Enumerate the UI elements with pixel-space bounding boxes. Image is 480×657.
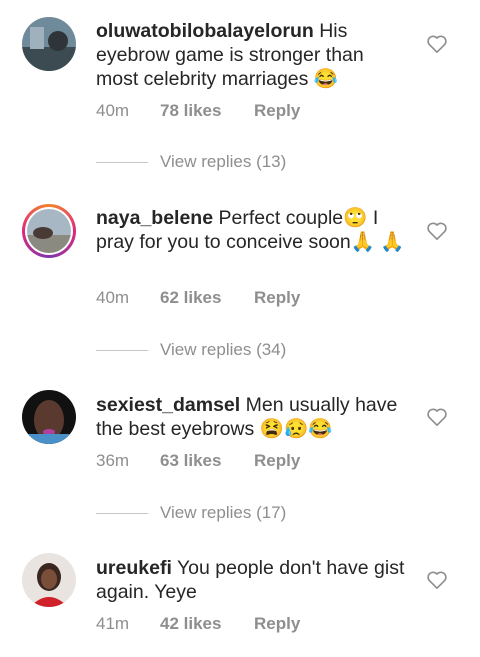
comment-username[interactable]: sexiest_damsel xyxy=(96,394,240,416)
view-replies[interactable]: View replies (34) xyxy=(96,340,286,360)
comment-time: 41m xyxy=(96,614,130,633)
comment-time: 40m xyxy=(96,288,130,307)
reply-button[interactable]: Reply xyxy=(254,101,300,121)
view-replies-label[interactable]: View replies (34) xyxy=(160,340,286,360)
comment-text: sexiest_damsel Men usually have the best… xyxy=(96,393,406,441)
comment-time: 36m xyxy=(96,451,130,470)
view-replies-label[interactable]: View replies (13) xyxy=(160,152,286,172)
divider-line xyxy=(96,512,148,514)
comment-username[interactable]: naya_belene xyxy=(96,207,213,229)
comment-time: 40m xyxy=(96,101,130,120)
view-replies-label[interactable]: View replies (17) xyxy=(160,503,286,523)
comment-likes[interactable]: 63 likes xyxy=(160,451,254,471)
reply-button[interactable]: Reply xyxy=(254,614,300,634)
avatar-photo-icon xyxy=(22,17,76,71)
avatar[interactable] xyxy=(22,390,76,444)
comment-meta: 41m 42 likes Reply xyxy=(96,614,300,634)
avatar[interactable] xyxy=(22,17,76,71)
comment-text: ureukefi You people don't have gist agai… xyxy=(96,556,406,604)
divider-line xyxy=(96,161,148,163)
divider-line xyxy=(96,349,148,351)
view-replies[interactable]: View replies (17) xyxy=(96,503,286,523)
comment-likes[interactable]: 42 likes xyxy=(160,614,254,634)
comment-text: oluwatobilobalayelorun His eyebrow game … xyxy=(96,19,406,91)
avatar-photo-icon xyxy=(22,390,76,444)
avatar[interactable] xyxy=(22,553,76,607)
comment-username[interactable]: oluwatobilobalayelorun xyxy=(96,20,314,42)
comment-meta: 40m 62 likes Reply xyxy=(96,288,300,308)
heart-outline-icon[interactable] xyxy=(426,570,448,590)
comment-meta: 36m 63 likes Reply xyxy=(96,451,300,471)
heart-outline-icon[interactable] xyxy=(426,407,448,427)
comment-likes[interactable]: 78 likes xyxy=(160,101,254,121)
heart-outline-icon[interactable] xyxy=(426,221,448,241)
comment-text: naya_belene Perfect couple🙄 I pray for y… xyxy=(96,206,406,254)
reply-button[interactable]: Reply xyxy=(254,288,300,308)
comment-meta: 40m 78 likes Reply xyxy=(96,101,300,121)
reply-button[interactable]: Reply xyxy=(254,451,300,471)
comment-likes[interactable]: 62 likes xyxy=(160,288,254,308)
view-replies[interactable]: View replies (13) xyxy=(96,152,286,172)
avatar-photo-icon xyxy=(27,209,71,253)
comment-username[interactable]: ureukefi xyxy=(96,557,172,579)
heart-outline-icon[interactable] xyxy=(426,34,448,54)
avatar-photo-icon xyxy=(22,553,76,607)
avatar[interactable] xyxy=(22,204,76,258)
